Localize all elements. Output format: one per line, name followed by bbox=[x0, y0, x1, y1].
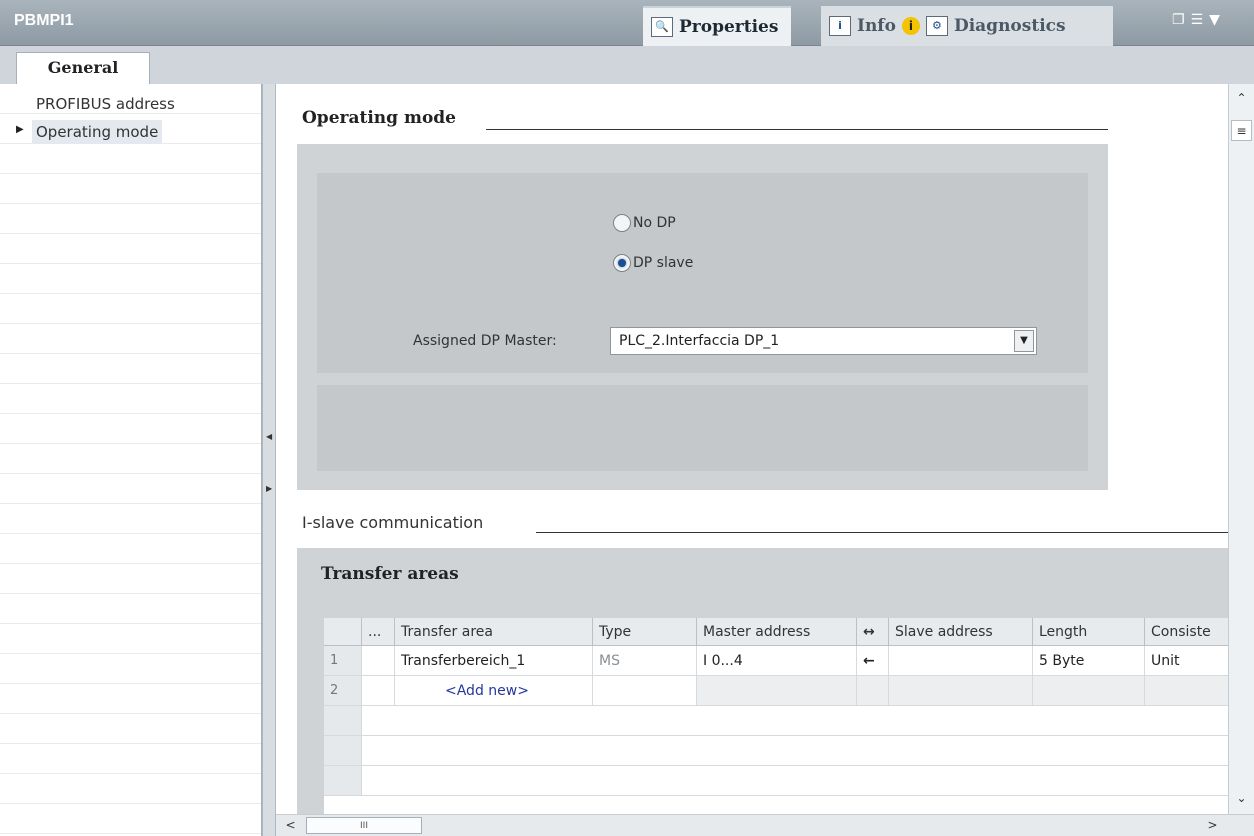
tab-general[interactable]: General bbox=[16, 52, 150, 85]
table-cell bbox=[362, 646, 395, 676]
col-header-slave-address[interactable]: Slave address bbox=[889, 618, 1033, 646]
select-arrow-icon[interactable]: ▼ bbox=[1014, 330, 1034, 352]
scroll-left-icon[interactable]: < bbox=[280, 815, 301, 836]
horizontal-scrollbar[interactable]: < III > bbox=[276, 814, 1254, 836]
assigned-master-label: Assigned DP Master: bbox=[413, 333, 557, 349]
assigned-master-value: PLC_2.Interfaccia DP_1 bbox=[619, 333, 780, 349]
table-cell bbox=[1033, 676, 1145, 706]
col-header-master-address[interactable]: Master address bbox=[697, 618, 857, 646]
properties-icon: 🔍 bbox=[651, 17, 673, 37]
nav-item-profibus-address[interactable]: PROFIBUS address bbox=[36, 92, 175, 116]
diagnostics-icon: ⚙ bbox=[925, 16, 948, 36]
operating-mode-title: Operating mode bbox=[302, 108, 456, 128]
transfer-areas-panel: Transfer areas ... Transfer area Type Ma… bbox=[297, 548, 1228, 814]
col-header-num bbox=[324, 618, 362, 646]
table-cell bbox=[1145, 676, 1228, 706]
row-number: 1 bbox=[324, 646, 362, 676]
cell-transfer-area[interactable]: Transferbereich_1 bbox=[395, 646, 593, 676]
col-header-consistency[interactable]: Consiste bbox=[1145, 618, 1228, 646]
window-controls: ❐ ☰ ▼ bbox=[1172, 12, 1220, 28]
radio-dp-slave[interactable]: DP slave bbox=[613, 254, 693, 272]
tab-properties-label: Properties bbox=[679, 17, 779, 37]
empty-row bbox=[362, 736, 1228, 766]
table-cell bbox=[857, 676, 889, 706]
col-header-type[interactable]: Type bbox=[593, 618, 697, 646]
cell-direction-arrow-icon[interactable]: ← bbox=[857, 646, 889, 676]
expand-arrow-icon[interactable]: ▶ bbox=[16, 124, 24, 135]
cell-length[interactable]: 5 Byte bbox=[1033, 646, 1145, 676]
row-number bbox=[324, 736, 362, 766]
row-number bbox=[324, 766, 362, 796]
table-cell bbox=[697, 676, 857, 706]
vertical-scrollbar[interactable]: ⌃ ≡ ⌄ bbox=[1228, 84, 1254, 814]
info-icon: i bbox=[829, 16, 851, 36]
radio-no-dp-label: No DP bbox=[633, 215, 676, 231]
dropdown-icon[interactable]: ▼ bbox=[1209, 12, 1220, 28]
empty-row bbox=[362, 706, 1228, 736]
tab-info[interactable]: i Info i ⚙ Diagnostics bbox=[821, 6, 1113, 46]
expand-right-icon[interactable]: ▶ bbox=[266, 484, 272, 493]
scroll-up-icon[interactable]: ⌃ bbox=[1231, 88, 1252, 109]
table-cell bbox=[593, 676, 697, 706]
cell-slave-address[interactable] bbox=[889, 646, 1033, 676]
scroll-down-icon[interactable]: ⌄ bbox=[1231, 788, 1252, 809]
assigned-master-select[interactable]: PLC_2.Interfaccia DP_1 ▼ bbox=[610, 327, 1037, 355]
properties-titlebar: PBMPI1 🔍 Properties i Info i ⚙ Diagnosti… bbox=[0, 0, 1254, 46]
tab-diagnostics-label[interactable]: Diagnostics bbox=[954, 16, 1066, 36]
section-tabbar: General bbox=[0, 46, 1254, 85]
radio-no-dp[interactable]: No DP bbox=[613, 214, 676, 232]
window-title: PBMPI1 bbox=[14, 12, 74, 29]
cell-consistency[interactable]: Unit bbox=[1145, 646, 1228, 676]
info-badge-icon: i bbox=[901, 17, 920, 35]
col-header-length[interactable]: Length bbox=[1033, 618, 1145, 646]
nav-tree: PROFIBUS address ▶ Operating mode bbox=[0, 84, 262, 836]
radio-dp-slave-label: DP slave bbox=[633, 255, 694, 271]
radio-no-dp-icon[interactable] bbox=[613, 214, 631, 232]
transfer-areas-title: Transfer areas bbox=[321, 564, 459, 584]
list-icon[interactable]: ☰ bbox=[1191, 12, 1204, 28]
scroll-thumb[interactable]: ≡ bbox=[1231, 120, 1252, 141]
cell-type[interactable]: MS bbox=[593, 646, 697, 676]
operating-mode-details bbox=[317, 385, 1088, 471]
col-header-direction[interactable]: ↔ bbox=[857, 618, 889, 646]
collapse-left-icon[interactable]: ◀ bbox=[266, 432, 272, 441]
table-cell bbox=[889, 676, 1033, 706]
nav-item-operating-mode[interactable]: Operating mode bbox=[32, 120, 163, 144]
row-number bbox=[324, 706, 362, 736]
content-area: Operating mode No DP DP slave Assigned D… bbox=[276, 84, 1228, 814]
col-header-transfer-area[interactable]: Transfer area bbox=[395, 618, 593, 646]
title-divider bbox=[486, 129, 1108, 130]
table-cell bbox=[362, 676, 395, 706]
islave-title: I-slave communication bbox=[302, 513, 484, 532]
row-number: 2 bbox=[324, 676, 362, 706]
empty-row bbox=[362, 766, 1228, 796]
add-new-row[interactable]: <Add new> bbox=[395, 676, 593, 706]
cell-master-address[interactable]: I 0...4 bbox=[697, 646, 857, 676]
tab-info-label: Info bbox=[857, 16, 896, 36]
tab-properties[interactable]: 🔍 Properties bbox=[643, 6, 791, 46]
col-header-more[interactable]: ... bbox=[362, 618, 395, 646]
operating-mode-panel: No DP DP slave Assigned DP Master: PLC_2… bbox=[297, 144, 1108, 490]
scroll-right-icon[interactable]: > bbox=[1202, 815, 1223, 836]
horizontal-scroll-thumb[interactable]: III bbox=[306, 817, 422, 834]
transfer-areas-table: ... Transfer area Type Master address ↔ … bbox=[324, 618, 1228, 814]
panel-splitter[interactable]: ◀ ▶ bbox=[262, 84, 276, 836]
radio-dp-slave-icon[interactable] bbox=[613, 254, 631, 272]
operating-mode-inner: No DP DP slave Assigned DP Master: PLC_2… bbox=[317, 173, 1088, 373]
restore-icon[interactable]: ❐ bbox=[1172, 12, 1185, 28]
islave-divider bbox=[536, 532, 1228, 533]
